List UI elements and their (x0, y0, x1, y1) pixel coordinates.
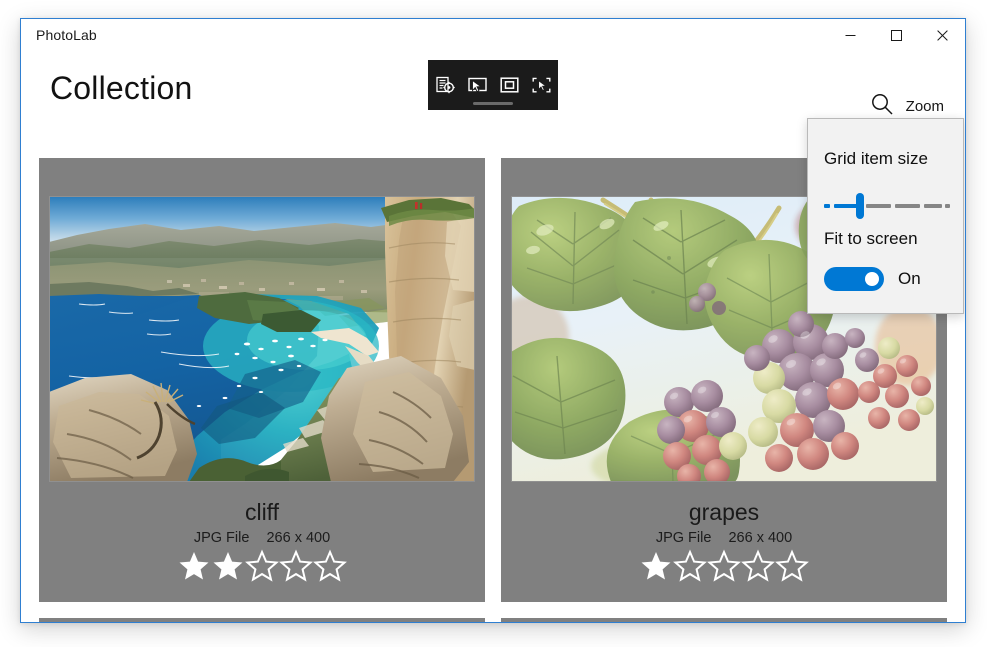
card-metadata: JPG File 266 x 400 (501, 528, 947, 548)
search-icon (869, 91, 895, 122)
star-icon-empty[interactable] (279, 549, 313, 582)
star-icon-empty[interactable] (673, 549, 707, 582)
slider-tick (895, 204, 920, 208)
card-title: cliff (244, 499, 280, 525)
fit-to-screen-state: On (898, 269, 921, 288)
star-icon-filled[interactable] (639, 549, 673, 582)
zoom-settings-flyout: Grid item size Fit to screen On (807, 118, 964, 314)
star-icon-filled[interactable] (211, 549, 245, 582)
enable-selection-button[interactable] (462, 70, 492, 100)
photo-card-placeholder[interactable] (39, 618, 485, 622)
photo-thumbnail-cliff (49, 196, 475, 482)
go-to-live-visual-tree-button[interactable] (430, 70, 460, 100)
title-bar[interactable]: PhotoLab (21, 19, 965, 51)
app-title: PhotoLab (36, 27, 97, 43)
star-icon-filled[interactable] (177, 549, 211, 582)
close-icon (936, 29, 948, 41)
slider-tick (924, 204, 942, 208)
star-icon-empty[interactable] (775, 549, 809, 582)
page-title: Collection (50, 70, 193, 106)
zoom-command-label: Zoom (905, 97, 944, 115)
minimize-icon (845, 30, 856, 41)
card-metadata: JPG File 266 x 400 (39, 528, 485, 548)
toggle-knob (865, 272, 879, 286)
display-layout-adorners-button[interactable] (494, 70, 524, 100)
maximize-button[interactable] (873, 19, 919, 51)
desktop-backdrop: PhotoLab Collection Zoom cliff JPG File … (0, 0, 987, 647)
fit-to-screen-label: Fit to screen (824, 229, 918, 248)
rating-control[interactable] (39, 549, 485, 582)
photo-card-placeholder[interactable] (501, 618, 947, 622)
minimize-button[interactable] (827, 19, 873, 51)
card-file-type: JPG File (655, 530, 712, 546)
photolab-window: PhotoLab Collection Zoom cliff JPG File … (20, 18, 966, 623)
vs-inapp-toolbar[interactable] (428, 60, 558, 110)
card-dimensions: 266 x 400 (266, 530, 331, 546)
toolbar-drag-handle[interactable] (473, 102, 513, 105)
layout-adorners-icon (499, 76, 519, 95)
card-dimensions: 266 x 400 (728, 530, 793, 546)
track-focus-icon (532, 76, 551, 95)
close-button[interactable] (919, 19, 965, 51)
coastal-cliff-bay-photo (49, 196, 475, 482)
fit-to-screen-toggle[interactable] (824, 267, 884, 291)
grid-item-size-slider[interactable] (824, 193, 950, 219)
slider-tick (945, 204, 950, 208)
star-icon-empty[interactable] (245, 549, 279, 582)
fit-to-screen-toggle-row: On (824, 267, 921, 291)
track-focused-element-button[interactable] (526, 70, 556, 100)
card-file-type: JPG File (193, 530, 250, 546)
star-icon-empty[interactable] (313, 549, 347, 582)
card-title: grapes (688, 499, 760, 525)
live-visual-tree-icon (435, 76, 455, 95)
card-caption-grapes: grapes JPG File 266 x 400 (501, 498, 947, 582)
slider-thumb[interactable] (856, 193, 864, 219)
card-caption-cliff: cliff JPG File 266 x 400 (39, 498, 485, 582)
rating-control[interactable] (501, 549, 947, 582)
grid-item-size-label: Grid item size (824, 149, 928, 168)
star-icon-empty[interactable] (707, 549, 741, 582)
slider-tick (866, 204, 891, 208)
maximize-icon (890, 29, 902, 41)
slider-tick (824, 204, 830, 208)
select-element-icon (467, 76, 487, 95)
caption-button-group (827, 19, 965, 51)
slider-track[interactable] (824, 204, 950, 208)
star-icon-empty[interactable] (741, 549, 775, 582)
photo-card-cliff[interactable]: cliff JPG File 266 x 400 (39, 158, 485, 602)
